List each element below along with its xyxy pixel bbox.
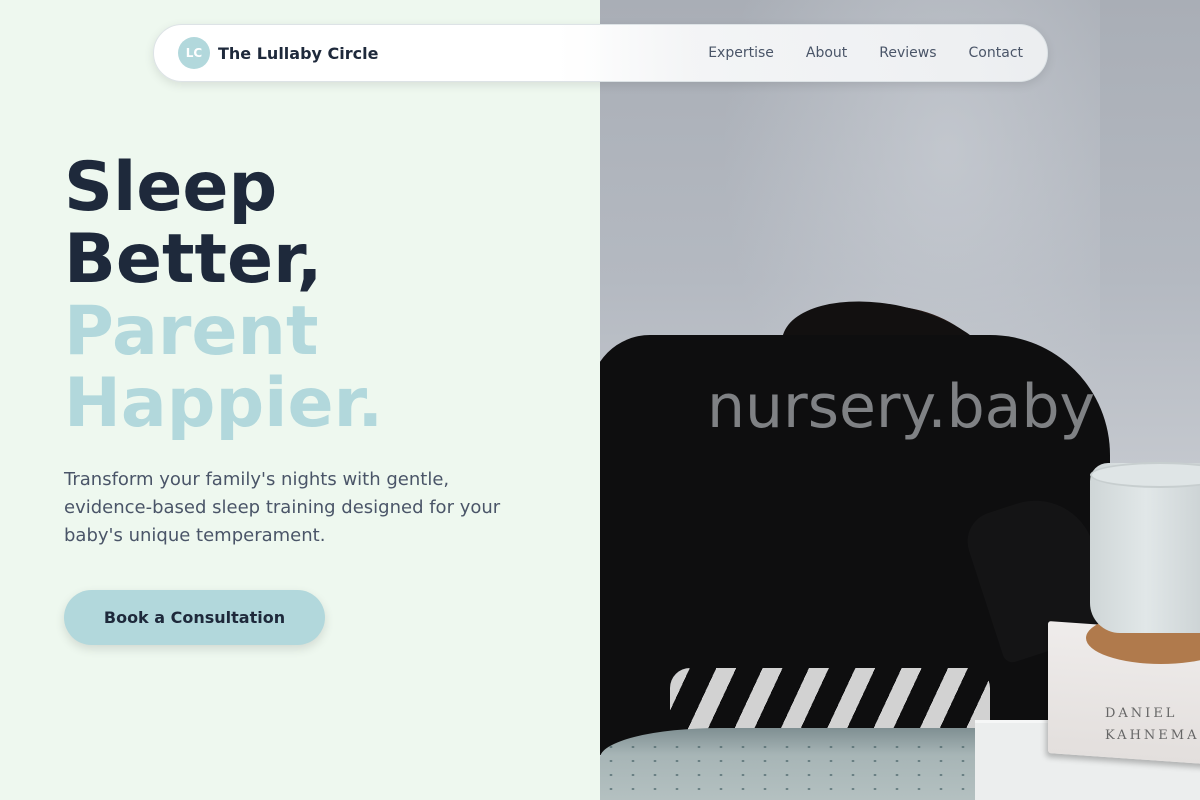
headline-line-2: Better, — [64, 220, 323, 299]
nav-link-contact[interactable]: Contact — [969, 45, 1023, 61]
top-navigation-bar: LC The Lullaby Circle Expertise About Re… — [153, 24, 1048, 82]
hero-headline: Sleep Better, Parent Happier. — [64, 152, 383, 440]
nav-link-reviews[interactable]: Reviews — [879, 45, 936, 61]
nav-links: Expertise About Reviews Contact — [708, 45, 1023, 61]
watermark-text: nursery.baby — [707, 372, 1096, 442]
mug — [1090, 463, 1200, 633]
headline-line-3: Parent — [64, 292, 319, 371]
headline-line-4: Happier. — [64, 364, 384, 443]
nav-link-about[interactable]: About — [806, 45, 847, 61]
hero-subtitle: Transform your family's nights with gent… — [64, 469, 501, 546]
headline-line-1: Sleep — [64, 148, 278, 227]
book-cover-text: DANIEL KAHNEMAN — [1105, 706, 1200, 743]
book-consultation-button[interactable]: Book a Consultation — [64, 590, 325, 645]
nav-link-expertise[interactable]: Expertise — [708, 45, 774, 61]
logo-badge[interactable]: LC — [178, 37, 210, 69]
brand-name[interactable]: The Lullaby Circle — [218, 44, 378, 63]
